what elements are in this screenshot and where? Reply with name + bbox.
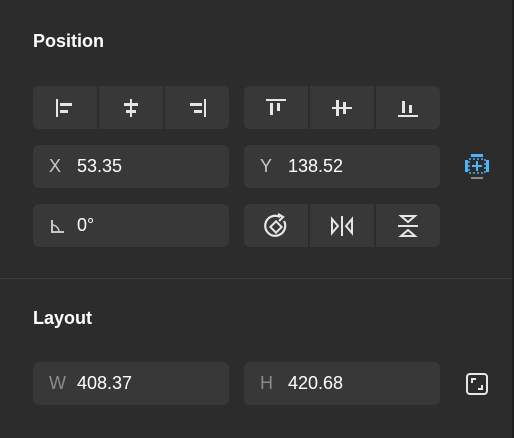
x-value[interactable]: 53.35: [77, 156, 122, 177]
h-label: H: [260, 373, 273, 393]
constraints-button[interactable]: [458, 150, 496, 184]
align-left-button[interactable]: [33, 86, 99, 129]
layout-section-title: Layout: [33, 308, 93, 328]
y-position-field[interactable]: Y 138.52: [244, 145, 440, 188]
align-vertical-center-icon: [331, 97, 353, 119]
x-label: X: [49, 156, 62, 176]
rotation-value[interactable]: 0°: [77, 215, 94, 236]
y-label: Y: [260, 156, 273, 176]
align-top-button[interactable]: [244, 86, 310, 129]
rotate-90-button[interactable]: [244, 204, 310, 247]
h-value[interactable]: 420.68: [288, 373, 343, 394]
rotate-icon: [262, 212, 290, 240]
align-right-button[interactable]: [165, 86, 229, 129]
align-horizontal-center-button[interactable]: [99, 86, 165, 129]
w-value[interactable]: 408.37: [77, 373, 132, 394]
rotation-field[interactable]: 0°: [33, 204, 229, 247]
position-section-title: Position: [33, 31, 104, 51]
align-vertical-center-button[interactable]: [310, 86, 376, 129]
constraints-icon: [462, 152, 492, 182]
x-position-field[interactable]: X 53.35: [33, 145, 229, 188]
align-bottom-button[interactable]: [376, 86, 440, 129]
align-right-icon: [186, 98, 208, 118]
flip-vertical-icon: [397, 213, 419, 239]
horizontal-align-group: [33, 86, 229, 129]
design-panel: Position X 53.35 Y 138.52 0° Layout W 40…: [0, 0, 514, 438]
align-horizontal-center-icon: [120, 98, 142, 118]
resize-to-fit-icon: [465, 372, 489, 396]
width-field[interactable]: W 408.37: [33, 362, 229, 405]
vertical-align-group: [244, 86, 440, 129]
y-value[interactable]: 138.52: [288, 156, 343, 177]
rotation-label-icon: [49, 217, 77, 235]
transform-group: [244, 204, 440, 247]
align-top-icon: [265, 97, 287, 119]
height-field[interactable]: H 420.68: [244, 362, 440, 405]
align-bottom-icon: [397, 97, 419, 119]
align-left-icon: [54, 98, 76, 118]
flip-vertical-button[interactable]: [376, 204, 440, 247]
section-divider: [0, 278, 512, 279]
flip-horizontal-icon: [329, 215, 355, 237]
w-label: W: [49, 373, 66, 393]
resize-to-fit-button[interactable]: [462, 370, 492, 398]
flip-horizontal-button[interactable]: [310, 204, 376, 247]
